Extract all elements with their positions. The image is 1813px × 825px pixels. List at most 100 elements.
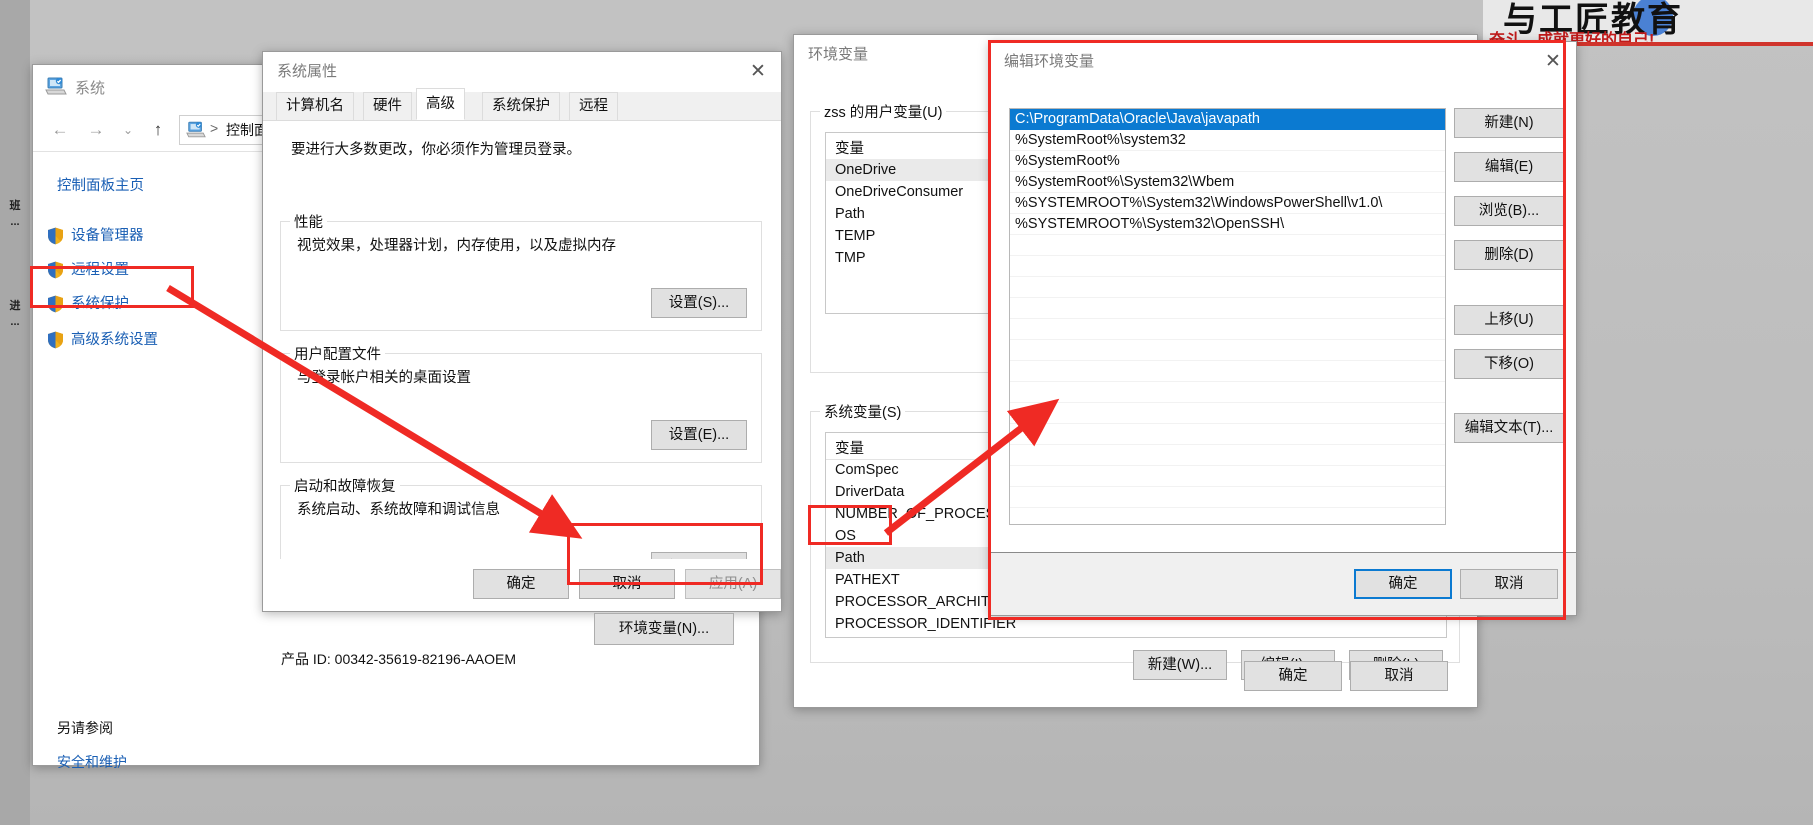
sidebar-item-label: 设备管理器 — [71, 228, 144, 244]
startup-recovery-caption: 启动和故障恢复 — [290, 475, 400, 496]
system-sidebar: 控制面板主页 设备管理器 — [33, 152, 265, 765]
user-profiles-caption: 用户配置文件 — [290, 343, 385, 364]
performance-caption: 性能 — [290, 211, 327, 232]
new-button[interactable]: 新建(N) — [1454, 108, 1564, 138]
tab-hardware[interactable]: 硬件 — [363, 92, 412, 120]
path-entry-empty-row[interactable] — [1010, 466, 1445, 487]
desktop-icon-1[interactable]: ... — [2, 216, 28, 228]
environment-variables-title: 环境变量 — [808, 46, 868, 63]
list-item[interactable]: PROCESSOR_IDENTIFIER — [826, 613, 1446, 635]
close-icon[interactable]: ✕ — [735, 52, 781, 92]
desktop-icon-2[interactable]: 进 — [2, 300, 28, 312]
edit-button[interactable]: 编辑(E) — [1454, 152, 1564, 182]
edit-cancel-button[interactable]: 取消 — [1460, 569, 1558, 599]
forward-button[interactable]: → — [81, 115, 111, 145]
performance-settings-button[interactable]: 设置(S)... — [651, 288, 747, 318]
sidebar-item-label: 系统保护 — [71, 296, 129, 312]
move-up-button[interactable]: 上移(U) — [1454, 305, 1564, 335]
path-entry-empty-row[interactable] — [1010, 256, 1445, 277]
system-properties-advanced-pane: 要进行大多数更改，你必须作为管理员登录。 性能 视觉效果，处理器计划，内存使用，… — [263, 120, 781, 559]
path-entry-empty-row[interactable] — [1010, 361, 1445, 382]
see-also-link-security-maintenance[interactable]: 安全和维护 — [57, 752, 127, 772]
env-ok-button[interactable]: 确定 — [1244, 661, 1342, 691]
shield-icon — [47, 227, 64, 245]
shield-icon — [47, 261, 64, 279]
path-entry-empty-row[interactable] — [1010, 319, 1445, 340]
system-properties-footer: 确定 取消 应用(A) 产品 ID: 00342-35619-82196-AAO… — [263, 559, 781, 611]
browse-button[interactable]: 浏览(B)... — [1454, 196, 1564, 226]
user-profiles-group: 用户配置文件 与登录帐户相关的桌面设置 设置(E)... — [280, 353, 762, 463]
path-entry-row[interactable]: %SystemRoot%\system32 — [1010, 130, 1445, 151]
path-entry-empty-row[interactable] — [1010, 508, 1445, 525]
system-properties-dialog: 系统属性 ✕ 计算机名 硬件 高级 系统保护 远程 要进行大多数更改，你必须作为… — [262, 51, 782, 612]
path-entry-row[interactable]: %SystemRoot% — [1010, 151, 1445, 172]
close-icon[interactable]: ✕ — [1530, 42, 1576, 82]
env-cancel-button[interactable]: 取消 — [1350, 661, 1448, 691]
path-entry-row[interactable]: %SYSTEMROOT%\System32\WindowsPowerShell\… — [1010, 193, 1445, 214]
desktop-icon-3[interactable]: ... — [2, 316, 28, 328]
see-also-label: 另请参阅 — [57, 718, 113, 738]
sidebar-item-label: 高级系统设置 — [71, 332, 158, 348]
breadcrumb-separator-0[interactable]: > — [210, 120, 218, 136]
startup-recovery-description: 系统启动、系统故障和调试信息 — [297, 498, 500, 519]
sidebar-item-device-manager[interactable]: 设备管理器 — [71, 224, 144, 248]
tab-remote[interactable]: 远程 — [569, 92, 618, 120]
admin-note: 要进行大多数更改，你必须作为管理员登录。 — [291, 138, 581, 159]
back-button[interactable]: ← — [45, 115, 75, 145]
move-down-button[interactable]: 下移(O) — [1454, 349, 1564, 379]
tab-computer-name[interactable]: 计算机名 — [276, 92, 354, 120]
system-properties-title: 系统属性 — [277, 63, 337, 80]
sidebar-item-advanced-system-settings[interactable]: 高级系统设置 — [71, 328, 158, 352]
edit-ok-button[interactable]: 确定 — [1354, 569, 1452, 599]
edit-env-title: 编辑环境变量 — [1004, 53, 1094, 70]
edit-text-button[interactable]: 编辑文本(T)... — [1454, 413, 1564, 443]
edit-env-titlebar: 编辑环境变量 ✕ — [990, 42, 1576, 82]
path-entry-empty-row[interactable] — [1010, 340, 1445, 361]
path-entry-row[interactable]: %SYSTEMROOT%\System32\OpenSSH\ — [1010, 214, 1445, 235]
path-entry-empty-row[interactable] — [1010, 235, 1445, 256]
path-entry-empty-row[interactable] — [1010, 487, 1445, 508]
environment-variables-footer: 确定 取消 — [794, 645, 1477, 707]
tab-system-protection[interactable]: 系统保护 — [482, 92, 560, 120]
user-profiles-description: 与登录帐户相关的桌面设置 — [297, 366, 471, 387]
path-entry-empty-row[interactable] — [1010, 403, 1445, 424]
apply-button[interactable]: 应用(A) — [685, 569, 781, 599]
delete-button[interactable]: 删除(D) — [1454, 240, 1564, 270]
shield-icon — [47, 331, 64, 349]
path-entry-empty-row[interactable] — [1010, 382, 1445, 403]
column-header-variable: 变量 — [835, 437, 864, 458]
shield-icon — [47, 295, 64, 313]
system-variables-caption: 系统变量(S) — [820, 401, 905, 422]
product-id: 产品 ID: 00342-35619-82196-AAOEM — [281, 649, 516, 669]
path-entry-empty-row[interactable] — [1010, 445, 1445, 466]
edit-environment-variable-dialog: 编辑环境变量 ✕ C:\ProgramData\Oracle\Java\java… — [989, 41, 1577, 616]
sidebar-item-control-panel-home[interactable]: 控制面板主页 — [57, 174, 144, 195]
tab-advanced[interactable]: 高级 — [416, 88, 465, 120]
sidebar-item-label: 远程设置 — [71, 262, 129, 278]
performance-group: 性能 视觉效果，处理器计划，内存使用，以及虚拟内存 设置(S)... — [280, 221, 762, 331]
path-entries-list[interactable]: C:\ProgramData\Oracle\Java\javapath %Sys… — [1009, 108, 1446, 525]
sidebar-item-system-protection[interactable]: 系统保护 — [71, 292, 129, 316]
user-profiles-settings-button[interactable]: 设置(E)... — [651, 420, 747, 450]
desktop-left-strip — [0, 0, 30, 825]
system-properties-tabbar: 计算机名 硬件 高级 系统保护 远程 — [263, 92, 781, 121]
recent-locations-button[interactable]: ⌄ — [113, 115, 143, 145]
promo-banner: 与工匠教育 奋斗，成就更好的自己! — [1483, 0, 1813, 46]
desktop-icon-0[interactable]: 班 — [2, 200, 28, 212]
edit-env-pane: C:\ProgramData\Oracle\Java\javapath %Sys… — [990, 82, 1576, 615]
environment-variables-button[interactable]: 环境变量(N)... — [594, 613, 734, 645]
path-entry-empty-row[interactable] — [1010, 424, 1445, 445]
system-window-title: 系统 — [75, 77, 105, 98]
path-entry-empty-row[interactable] — [1010, 298, 1445, 319]
column-header-variable: 变量 — [835, 137, 864, 158]
cancel-button[interactable]: 取消 — [579, 569, 675, 599]
path-entry-empty-row[interactable] — [1010, 277, 1445, 298]
sidebar-item-remote-settings[interactable]: 远程设置 — [71, 258, 129, 282]
up-button[interactable]: ↑ — [143, 115, 173, 145]
computer-icon — [45, 77, 67, 95]
path-entry-row[interactable]: %SystemRoot%\System32\Wbem — [1010, 172, 1445, 193]
ok-button[interactable]: 确定 — [473, 569, 569, 599]
user-variables-caption: zss 的用户变量(U) — [820, 101, 946, 122]
path-entry-row[interactable]: C:\ProgramData\Oracle\Java\javapath — [1010, 109, 1445, 130]
system-properties-titlebar: 系统属性 ✕ — [263, 52, 781, 92]
